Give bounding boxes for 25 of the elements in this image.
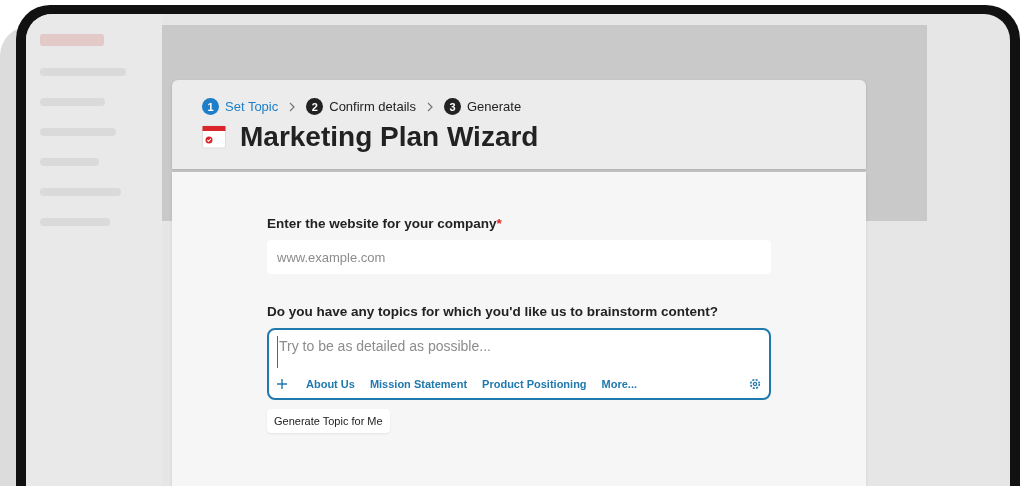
topic-chip[interactable]: Mission Statement: [369, 378, 468, 390]
topic-chip[interactable]: About Us: [306, 378, 355, 390]
field-label: Do you have any topics for which you'd like us to brainstorm content?: [267, 304, 720, 319]
step-number: 1: [202, 98, 219, 115]
step-label: Set Topic: [225, 99, 279, 114]
calendar-icon: [202, 125, 226, 149]
step-label: Generate: [466, 99, 522, 114]
generate-button[interactable]: Generate Topic for Me: [267, 409, 390, 433]
step-tab[interactable]: 2 Confirm details: [306, 98, 416, 115]
website-input[interactable]: www.example.com: [267, 240, 771, 274]
step-tab[interactable]: 1 Set Topic: [202, 98, 279, 115]
topic-chip[interactable]: Product Positioning: [482, 378, 587, 390]
chevron-icon: [288, 101, 297, 112]
step-tab[interactable]: 3 Generate: [443, 98, 522, 115]
plus-icon[interactable]: [277, 379, 287, 389]
field-label: Enter the website for your company*: [267, 216, 503, 231]
settings-icon[interactable]: [749, 378, 761, 390]
topics-field[interactable]: Try to be as detailed as possible... About Us Mission Statement Product Positioning More...: [267, 328, 771, 400]
topic-chip[interactable]: More...: [601, 378, 638, 390]
step-number: 2: [306, 98, 324, 115]
step-number: 3: [443, 98, 461, 115]
chevron-icon: [425, 101, 434, 112]
wizard-title: Marketing Plan Wizard: [240, 121, 539, 153]
step-label: Confirm details: [329, 99, 416, 114]
topics-textarea[interactable]: Try to be as detailed as possible...: [277, 336, 763, 368]
